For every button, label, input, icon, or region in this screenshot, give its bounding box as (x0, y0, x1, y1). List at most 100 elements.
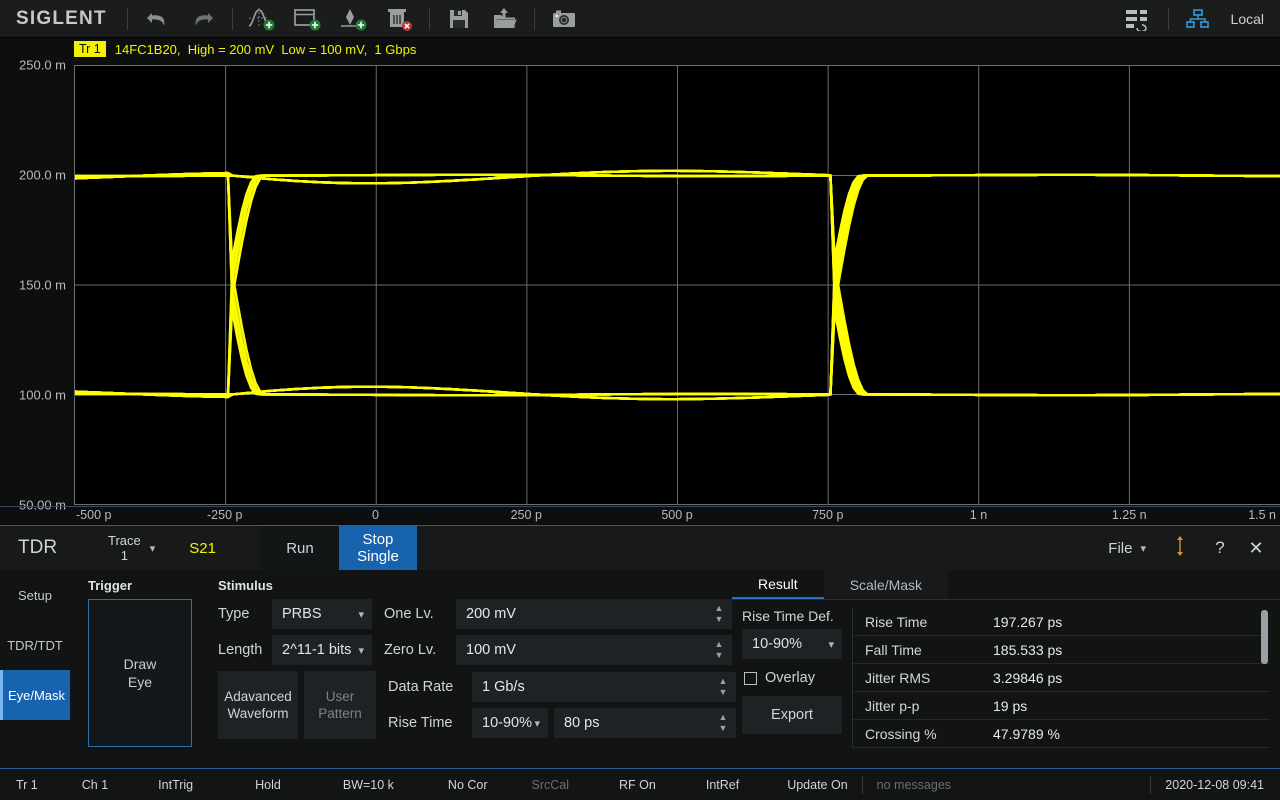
rise-time-def-result-label: Rise Time Def. (742, 608, 844, 624)
chevron-up-icon: ▲ (715, 641, 724, 648)
stimulus-row-length: Length 2^11-1 bits ▾ Zero Lv. 100 mV ▲▼ (218, 635, 732, 665)
undo-button[interactable] (134, 1, 180, 37)
add-window-button[interactable] (285, 1, 331, 37)
result-row: Rise Time197.267 ps (853, 608, 1270, 636)
type-value: PRBS (282, 606, 322, 622)
advanced-waveform-button[interactable]: Adavanced Waveform (218, 671, 298, 739)
zero-level-stepper[interactable]: ▲▼ (712, 635, 726, 665)
result-row-key: Jitter p-p (853, 698, 993, 714)
add-trace-button[interactable] (239, 1, 285, 37)
status-item-ch-1[interactable]: Ch 1 (82, 778, 108, 792)
status-message: no messages (877, 778, 951, 792)
type-label: Type (218, 606, 272, 622)
display-layout-icon (1124, 7, 1154, 31)
data-rate-stepper[interactable]: ▲▼ (716, 672, 730, 702)
x-tick-label: 0 (372, 508, 379, 522)
rise-time-stepper[interactable]: ▲▼ (716, 708, 730, 738)
s-parameter-label[interactable]: S21 (189, 540, 216, 557)
zero-level-value: 100 mV (466, 642, 516, 658)
type-select[interactable]: PRBS ▾ (272, 599, 372, 629)
stop-single-button[interactable]: Stop Single (339, 526, 417, 570)
status-item-inttrig[interactable]: IntTrig (158, 778, 193, 792)
delete-icon (385, 6, 415, 32)
result-tab-scale-mask[interactable]: Scale/Mask (824, 570, 948, 599)
tdr-panel-header: TDR Trace 1 ▾ S21 Run Stop Single File (0, 526, 1280, 570)
resize-panel-button[interactable] (1160, 526, 1200, 570)
user-pattern-line2: Pattern (318, 706, 362, 721)
status-item-hold[interactable]: Hold (255, 778, 281, 792)
result-row-key: Fall Time (853, 642, 993, 658)
result-group: ResultScale/Mask Rise Time Def. 10-90% ▾… (732, 570, 1280, 768)
result-table-scrollbar[interactable] (1261, 610, 1268, 664)
stop-single-line2: Single (357, 548, 399, 565)
network-button[interactable] (1175, 1, 1221, 37)
save-button[interactable] (436, 1, 482, 37)
data-rate-field[interactable]: 1 Gb/s ▲▼ (472, 672, 736, 702)
status-bar: Tr 1 Ch 1 IntTrig Hold BW=10 k No Cor SrcCal RF… (0, 768, 1280, 800)
trace-info-bar: Tr 1 14FC1B20, High = 200 mV Low = 100 m… (0, 38, 1280, 60)
x-axis-line (0, 506, 1280, 507)
top-toolbar: SIGLENT (0, 0, 1280, 38)
status-item-srccal[interactable]: SrcCal (532, 778, 570, 792)
overlay-checkbox[interactable] (744, 672, 757, 685)
one-level-stepper[interactable]: ▲▼ (712, 599, 726, 629)
screenshot-icon (551, 8, 577, 30)
advanced-waveform-line2: Waveform (227, 706, 288, 721)
status-item-tr-1[interactable]: Tr 1 (16, 778, 38, 792)
y-tick-label: 150.0 m (19, 278, 66, 293)
result-row: Jitter p-p19 ps (853, 692, 1270, 720)
length-select[interactable]: 2^11-1 bits ▾ (272, 635, 372, 665)
file-menu-button[interactable]: File ▾ (1094, 540, 1160, 557)
rise-time-def-result-select[interactable]: 10-90% ▾ (742, 629, 842, 659)
tdr-panel-title: TDR (0, 537, 90, 559)
result-row-value: 47.9789 % (993, 726, 1060, 742)
local-mode-label[interactable]: Local (1221, 11, 1280, 27)
redo-button[interactable] (180, 1, 226, 37)
rise-time-def-result-value: 10-90% (752, 636, 802, 652)
tdr-tab-eye-mask[interactable]: Eye/Mask (0, 670, 70, 720)
toolbar-divider-3 (429, 8, 430, 30)
delete-button[interactable] (377, 1, 423, 37)
add-window-icon (293, 6, 323, 32)
status-item-intref[interactable]: IntRef (706, 778, 739, 792)
status-item-update-on[interactable]: Update On (787, 778, 847, 792)
plot-canvas[interactable] (74, 65, 1280, 505)
add-marker-icon (339, 6, 369, 32)
save-icon (447, 7, 471, 31)
display-layout-button[interactable] (1116, 1, 1162, 37)
draw-eye-button[interactable]: Draw Eye (88, 599, 192, 747)
chevron-down-icon: ▾ (150, 542, 156, 555)
rise-time-def-select[interactable]: 10-90% ▾ (472, 708, 548, 738)
close-panel-button[interactable]: ✕ (1240, 526, 1280, 570)
status-item-bw-10-k[interactable]: BW=10 k (343, 778, 394, 792)
result-row-value: 19 ps (993, 698, 1027, 714)
export-button[interactable]: Export (742, 696, 842, 734)
chevron-down-icon: ▼ (715, 616, 724, 623)
result-row-value: 185.533 ps (993, 642, 1062, 658)
trace-badge[interactable]: Tr 1 (74, 41, 106, 57)
result-tab-result[interactable]: Result (732, 570, 824, 599)
screenshot-button[interactable] (541, 1, 587, 37)
add-marker-button[interactable] (331, 1, 377, 37)
open-button[interactable] (482, 1, 528, 37)
tdr-tab-setup[interactable]: Setup (0, 570, 70, 620)
toolbar-divider-5 (1168, 8, 1169, 30)
status-item-no-cor[interactable]: No Cor (448, 778, 488, 792)
result-controls: Rise Time Def. 10-90% ▾ Overlay Export (732, 608, 844, 748)
help-button[interactable]: ? (1200, 526, 1240, 570)
rise-time-field[interactable]: 80 ps ▲▼ (554, 708, 736, 738)
zero-level-field[interactable]: 100 mV ▲▼ (456, 635, 732, 665)
status-item-rf-on[interactable]: RF On (619, 778, 656, 792)
x-tick-label: 1.25 n (1112, 508, 1147, 522)
user-pattern-button[interactable]: User Pattern (304, 671, 376, 739)
trace-info-text: 14FC1B20, High = 200 mV Low = 100 mV, 1 … (115, 42, 417, 57)
one-level-value: 200 mV (466, 606, 516, 622)
tdr-tab-tdr-tdt[interactable]: TDR/TDT (0, 620, 70, 670)
one-level-field[interactable]: 200 mV ▲▼ (456, 599, 732, 629)
x-tick-label: -250 p (207, 508, 242, 522)
trace-selector[interactable]: Trace 1 ▾ (108, 533, 155, 563)
chevron-down-icon: ▼ (719, 725, 728, 732)
result-row-key: Jitter RMS (853, 670, 993, 686)
run-button[interactable]: Run (261, 526, 339, 570)
overlay-checkbox-row[interactable]: Overlay (744, 670, 844, 686)
